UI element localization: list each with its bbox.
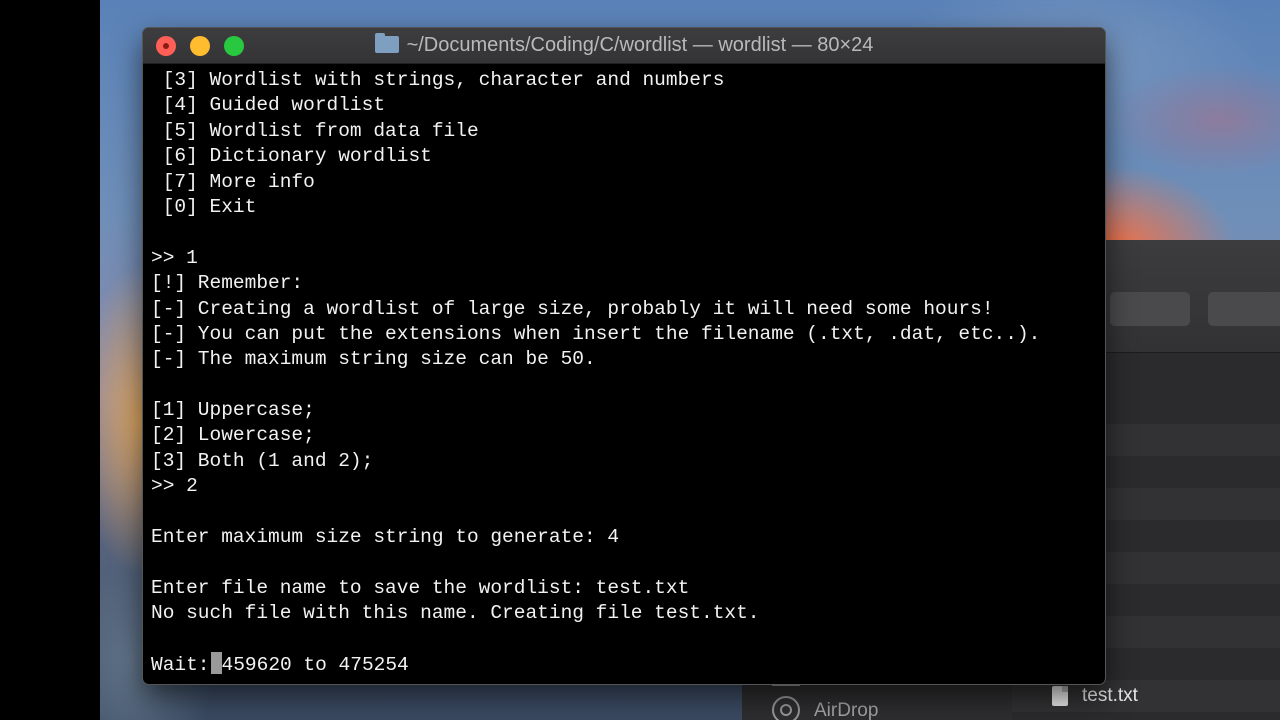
terminal-line: [2] Lowercase; bbox=[151, 424, 315, 447]
terminal-line: [7] More info bbox=[151, 170, 315, 193]
terminal-line: [3] Both (1 and 2); bbox=[151, 449, 374, 472]
folder-icon bbox=[374, 33, 399, 53]
terminal-line: Enter maximum size string to generate: 4 bbox=[151, 526, 620, 549]
terminal-line: [1] Uppercase; bbox=[151, 399, 315, 422]
document-icon bbox=[1052, 686, 1068, 706]
terminal-line: [-] You can put the extensions when inse… bbox=[151, 322, 1041, 345]
terminal-line: [!] Remember: bbox=[151, 272, 304, 295]
progress-range: 459620 to 475254 bbox=[221, 653, 409, 676]
terminal-line: >> 2 bbox=[151, 475, 198, 498]
window-title-container: ~/Documents/Coding/C/wordlist — wordlist… bbox=[143, 28, 1105, 63]
terminal-lines: [3] Wordlist with strings, character and… bbox=[151, 68, 1097, 652]
screen: in.cre.cre.hrdlist.crdlist.hADME.mdin.or… bbox=[0, 0, 1280, 720]
terminal-line: [3] Wordlist with strings, character and… bbox=[151, 69, 725, 91]
terminal-last-line: Wait: 459620 to 475254 bbox=[151, 651, 1097, 677]
terminal-output[interactable]: [3] Wordlist with strings, character and… bbox=[151, 68, 1097, 684]
airdrop-icon[interactable] bbox=[772, 696, 800, 720]
file-row[interactable]: test.txt bbox=[1012, 680, 1280, 712]
view-mode-segment[interactable] bbox=[1110, 292, 1190, 326]
terminal-line: [-] Creating a wordlist of large size, p… bbox=[151, 297, 994, 320]
terminal-line: [-] The maximum string size can be 50. bbox=[151, 348, 596, 371]
group-by-button[interactable] bbox=[1208, 292, 1280, 326]
file-name: test.txt bbox=[1082, 685, 1138, 706]
window-title: ~/Documents/Coding/C/wordlist — wordlist… bbox=[406, 34, 874, 56]
terminal-line: Enter file name to save the wordlist: te… bbox=[151, 576, 690, 599]
terminal-line: [6] Dictionary wordlist bbox=[151, 145, 432, 168]
terminal-window[interactable]: ~/Documents/Coding/C/wordlist — wordlist… bbox=[143, 28, 1105, 684]
terminal-cursor bbox=[210, 651, 222, 674]
wait-label: Wait: bbox=[151, 653, 210, 676]
terminal-line: [4] Guided wordlist bbox=[151, 94, 386, 117]
sidebar-item-airdrop[interactable]: AirDrop bbox=[814, 700, 878, 720]
terminal-line: [5] Wordlist from data file bbox=[151, 119, 479, 142]
terminal-line: [0] Exit bbox=[151, 195, 257, 218]
terminal-line: No such file with this name. Creating fi… bbox=[151, 602, 760, 625]
terminal-line: >> 1 bbox=[151, 246, 198, 269]
title-bar[interactable]: ~/Documents/Coding/C/wordlist — wordlist… bbox=[143, 28, 1105, 64]
